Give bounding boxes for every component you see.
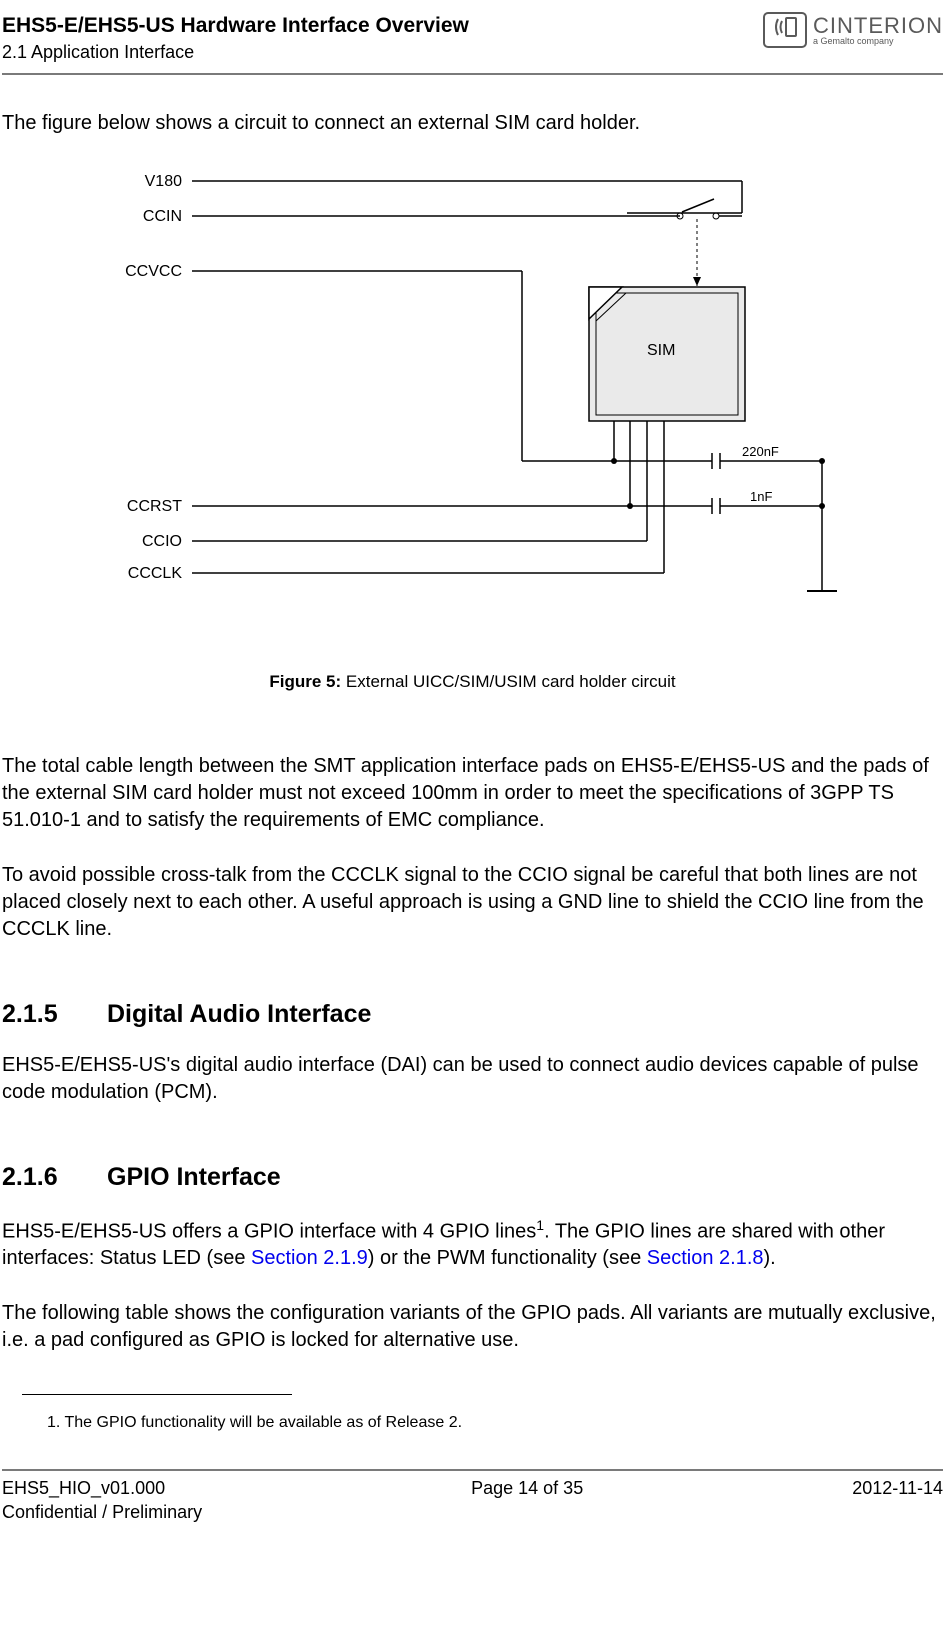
section-title-216: GPIO Interface	[107, 1163, 281, 1191]
figure-text: External UICC/SIM/USIM card holder circu…	[341, 672, 675, 691]
logo-text: CINTERION a Gemalto company	[813, 15, 943, 46]
label-ccclk: CCCLK	[112, 564, 182, 585]
heading-gpio: 2.1.6GPIO Interface	[2, 1161, 943, 1194]
link-section-219[interactable]: Section 2.1.9	[251, 1247, 368, 1269]
link-section-218[interactable]: Section 2.1.8	[647, 1247, 764, 1269]
logo-tagline: a Gemalto company	[813, 37, 943, 46]
page-footer: EHS5_HIO_v01.000 Confidential / Prelimin…	[2, 1469, 943, 1524]
paragraph-crosstalk: To avoid possible cross-talk from the CC…	[2, 862, 943, 943]
footer-confidential: Confidential / Preliminary	[2, 1501, 202, 1524]
section-number-215: 2.1.5	[2, 998, 107, 1031]
footer-date: 2012-11-14	[852, 1477, 943, 1524]
paragraph-gpio-config: The following table shows the configurat…	[2, 1300, 943, 1354]
label-v180: V180	[122, 172, 182, 193]
label-220nf: 220nF	[742, 444, 779, 461]
paragraph-dai: EHS5-E/EHS5-US's digital audio interface…	[2, 1052, 943, 1106]
figure-number: Figure 5:	[269, 672, 341, 691]
label-ccvcc: CCVCC	[110, 262, 182, 283]
label-ccin: CCIN	[122, 207, 182, 228]
doc-title: EHS5-E/EHS5-US Hardware Interface Overvi…	[2, 12, 763, 39]
heading-digital-audio: 2.1.5Digital Audio Interface	[2, 998, 943, 1031]
gpio-text-pre: EHS5-E/EHS5-US offers a GPIO interface w…	[2, 1220, 536, 1242]
logo-brand: CINTERION	[813, 15, 943, 37]
label-ccio: CCIO	[122, 532, 182, 553]
circuit-diagram: V180 CCIN CCVCC CCRST CCIO CCCLK SIM 220…	[2, 161, 943, 641]
company-logo: CINTERION a Gemalto company	[763, 12, 943, 48]
figure-caption: Figure 5: External UICC/SIM/USIM card ho…	[2, 671, 943, 693]
footnote-rule	[22, 1394, 292, 1395]
paragraph-gpio-intro: EHS5-E/EHS5-US offers a GPIO interface w…	[2, 1216, 943, 1273]
section-title-215: Digital Audio Interface	[107, 1000, 371, 1028]
label-ccrst: CCRST	[110, 497, 182, 518]
footer-page-number: Page 14 of 35	[471, 1477, 583, 1524]
label-1nf: 1nF	[750, 489, 772, 506]
gpio-text-end: ).	[764, 1247, 776, 1269]
footnote-ref: 1	[536, 1217, 544, 1233]
gpio-text-mid2: ) or the PWM functionality (see	[368, 1247, 647, 1269]
logo-icon	[763, 12, 807, 48]
footer-left: EHS5_HIO_v01.000 Confidential / Prelimin…	[2, 1477, 202, 1524]
paragraph-cable-length: The total cable length between the SMT a…	[2, 753, 943, 834]
footnote-1: 1. The GPIO functionality will be availa…	[47, 1413, 943, 1434]
doc-subtitle: 2.1 Application Interface	[2, 41, 763, 64]
footer-doc-id: EHS5_HIO_v01.000	[2, 1477, 202, 1500]
intro-paragraph: The figure below shows a circuit to conn…	[2, 110, 943, 136]
section-number-216: 2.1.6	[2, 1161, 107, 1194]
page-header: EHS5-E/EHS5-US Hardware Interface Overvi…	[2, 0, 943, 75]
header-left: EHS5-E/EHS5-US Hardware Interface Overvi…	[2, 12, 763, 65]
signal-icon	[770, 15, 800, 46]
label-sim: SIM	[647, 341, 675, 362]
